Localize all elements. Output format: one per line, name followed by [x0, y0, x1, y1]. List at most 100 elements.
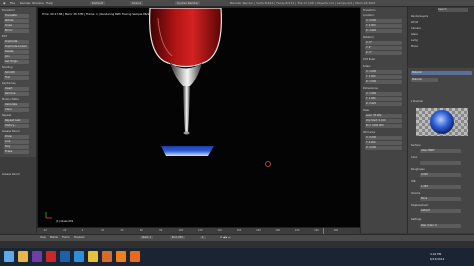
acrobat-icon[interactable]: [46, 251, 56, 262]
grease-pencil-footer[interactable]: Grease Pencil: [2, 173, 32, 177]
menu-frame[interactable]: Frame: [62, 236, 69, 239]
tool-button[interactable]: Duplicate Linked: [4, 45, 29, 49]
prop-number-field[interactable]: Clip Start: 0.100: [365, 119, 402, 123]
scene-select[interactable]: Scene: [130, 1, 144, 5]
outliner-item[interactable]: Plane: [411, 45, 418, 49]
tool-button[interactable]: Join: [4, 55, 29, 59]
chrome-icon[interactable]: [88, 251, 98, 262]
tool-section-header[interactable]: Shading: [2, 66, 32, 70]
outliner-search-input[interactable]: Search: [438, 8, 468, 12]
glass-stem: [183, 86, 190, 132]
prop-number-field[interactable]: Lens: 35.000: [365, 114, 402, 118]
prop-number-field[interactable]: Z: 0.000: [365, 146, 402, 150]
premiere-icon[interactable]: [32, 251, 42, 262]
material-row-value[interactable]: [420, 161, 461, 165]
material-row-value[interactable]: None: [420, 197, 461, 201]
menu-playback[interactable]: Playback: [74, 236, 85, 239]
material-row-label: Surface: [411, 144, 421, 147]
prop-number-field[interactable]: X: 1.084: [365, 92, 402, 96]
3d-viewport[interactable]: Time: 00:17.86 | Mem: 26.72M | Frame: 1 …: [37, 7, 361, 228]
transform-header[interactable]: Transform: [363, 9, 375, 12]
tool-section-header[interactable]: Edit: [2, 35, 32, 39]
tool-button[interactable]: Delete: [4, 50, 29, 54]
tool-button[interactable]: Translate: [4, 14, 29, 18]
tool-button[interactable]: Mirror: [4, 29, 29, 33]
menu-file[interactable]: File: [10, 1, 15, 5]
vlc-icon[interactable]: [130, 251, 140, 262]
menu-view[interactable]: View: [40, 236, 46, 239]
tool-button[interactable]: Poly: [4, 145, 29, 149]
prop-number-field[interactable]: X: 1.000: [365, 70, 402, 74]
prop-number-field[interactable]: Z: 2.625: [365, 102, 402, 106]
prop-number-field[interactable]: X: 0.000: [365, 19, 402, 23]
end-frame-field[interactable]: End: 250: [170, 236, 185, 239]
prop-number-field[interactable]: X: 0°: [365, 41, 402, 45]
prop-group-label: XYZ Euler: [363, 58, 376, 61]
prop-number-field[interactable]: Z: 0°: [365, 51, 402, 55]
ie-icon[interactable]: [74, 251, 84, 262]
tool-button[interactable]: Scale: [4, 24, 29, 28]
menu-window[interactable]: Window: [32, 1, 44, 5]
material-row-value[interactable]: Default: [420, 209, 461, 213]
explorer-icon[interactable]: [18, 251, 28, 262]
tool-button[interactable]: Draw: [4, 135, 29, 139]
blender-logo-icon[interactable]: ◉: [3, 1, 6, 5]
media-icon[interactable]: [102, 251, 112, 262]
outliner-item[interactable]: World: [411, 21, 418, 25]
material-slot[interactable]: Material: [411, 71, 472, 75]
taskbar-date[interactable]: 6/13/2014: [430, 257, 444, 261]
prop-number-field[interactable]: X: 0.000: [365, 136, 402, 140]
pass-index-field[interactable]: Pass Index: 0: [420, 224, 461, 228]
properties-n-panel: Transform Location: X: 0.000 Y: 0.000 Z: 1.0…: [360, 7, 407, 233]
outliner-item[interactable]: Camera: [411, 27, 421, 31]
menu-marker[interactable]: Marker: [50, 236, 58, 239]
tool-section-header[interactable]: Motion Paths: [2, 98, 32, 102]
blender-icon[interactable]: [116, 251, 126, 262]
current-frame-field[interactable]: 1: [200, 236, 206, 239]
tool-button[interactable]: Rotate: [4, 19, 29, 23]
tool-button[interactable]: Erase: [4, 150, 29, 154]
start-icon[interactable]: [4, 251, 14, 262]
start-frame-field[interactable]: Start: 1: [140, 236, 153, 239]
tool-button[interactable]: History...: [4, 124, 29, 128]
menu-render[interactable]: Render: [20, 1, 31, 5]
outliner-item[interactable]: RenderLayers: [411, 15, 428, 19]
tool-button[interactable]: Set Origin: [4, 60, 29, 64]
tool-button[interactable]: Calculate: [4, 103, 29, 107]
material-row-value[interactable]: Glass BSDF: [420, 149, 461, 153]
settings-header[interactable]: Settings: [411, 218, 421, 221]
menu-help[interactable]: Help: [46, 1, 53, 5]
material-browse-button[interactable]: Material: [411, 78, 438, 82]
render-engine-select[interactable]: Cycles Render: [175, 1, 201, 5]
prop-number-field[interactable]: Y: 1.000: [365, 75, 402, 79]
prop-number-field[interactable]: Y: 0.000: [365, 141, 402, 145]
screen-layout-select[interactable]: Default: [90, 1, 105, 5]
photoshop-icon[interactable]: [60, 251, 70, 262]
prop-number-field[interactable]: Y: 0°: [365, 46, 402, 50]
tool-button[interactable]: Insert: [4, 87, 29, 91]
outliner-item[interactable]: Lamp: [411, 39, 418, 43]
prop-number-field[interactable]: Z: 1.092: [365, 29, 402, 33]
playback-controls[interactable]: ⏮ ◀ ▶ ⏭: [220, 236, 230, 239]
scene-stats: Blender Render | Verts:8,624 | Faces:8,5…: [230, 1, 375, 5]
prop-number-field[interactable]: Y: 1.084: [365, 97, 402, 101]
tool-button[interactable]: Smooth: [4, 71, 29, 75]
tool-section-header[interactable]: Repeat: [2, 114, 32, 118]
prop-number-field[interactable]: End: 1000.000: [365, 124, 402, 128]
tool-section-header[interactable]: Transform: [2, 9, 32, 13]
material-row-value[interactable]: 1.450: [420, 185, 461, 189]
tool-button[interactable]: Line: [4, 140, 29, 144]
tool-section-header[interactable]: Grease Pencil: [2, 130, 32, 134]
tool-button[interactable]: Remove: [4, 92, 29, 96]
taskbar-clock[interactable]: 4:16 PM: [430, 252, 441, 256]
material-row-value[interactable]: 0.000: [420, 173, 461, 177]
tool-button[interactable]: Clear: [4, 108, 29, 112]
material-row-label: Color: [411, 156, 418, 159]
tool-button[interactable]: Duplicate: [4, 40, 29, 44]
prop-number-field[interactable]: Y: 0.000: [365, 24, 402, 28]
tool-section-header[interactable]: Keyframes: [2, 82, 32, 86]
tool-button[interactable]: Flat: [4, 76, 29, 80]
tool-button[interactable]: Repeat Last: [4, 119, 29, 123]
prop-number-field[interactable]: Z: 1.000: [365, 80, 402, 84]
outliner-item[interactable]: Glass: [411, 33, 418, 37]
